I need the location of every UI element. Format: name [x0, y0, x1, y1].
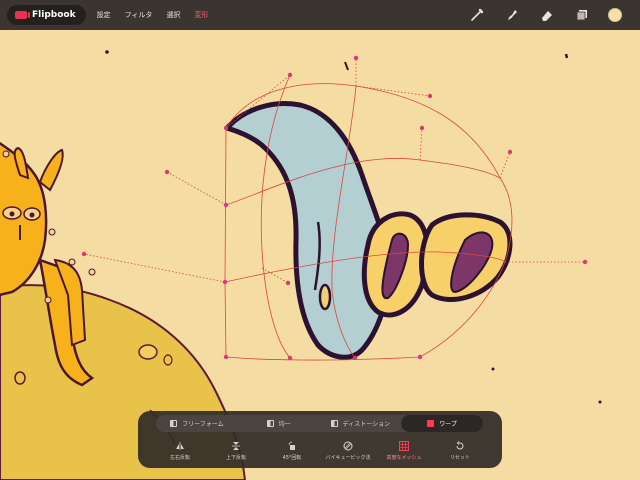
mode-freeform[interactable]: フリーフォーム: [156, 415, 238, 432]
distortion-icon: [330, 420, 338, 427]
mode-distortion[interactable]: ディストーション: [320, 415, 402, 432]
rotate-45-icon: [288, 441, 295, 450]
bicubic-icon: [343, 441, 353, 451]
smudge-icon[interactable]: [503, 6, 520, 23]
tool-group: [468, 6, 622, 23]
mode-uniform[interactable]: 均一: [238, 415, 320, 432]
flip-horizontal-button[interactable]: 左右反転: [152, 437, 208, 465]
rotate-45-button[interactable]: 45°回転: [264, 437, 320, 465]
menu-item-transform[interactable]: 変形: [194, 10, 208, 20]
freeform-icon: [170, 420, 178, 427]
app-menu-button[interactable]: Flipbook: [7, 5, 86, 25]
flip-horizontal-icon: [176, 442, 184, 450]
mode-warp[interactable]: ワープ: [401, 415, 483, 432]
flip-vertical-button[interactable]: 上下反転: [208, 437, 264, 465]
reset-button[interactable]: リセット: [432, 437, 488, 465]
bicubic-button[interactable]: バイキュービック法: [320, 437, 376, 465]
app-name: Flipbook: [32, 10, 76, 20]
transform-mode-selector: フリーフォーム 均一 ディストーション ワープ: [156, 415, 483, 432]
advanced-mesh-button[interactable]: 高度なメッシュ: [376, 437, 432, 465]
flip-vertical-icon: [232, 442, 240, 450]
menu-item-settings[interactable]: 設定: [97, 10, 111, 20]
drawing-canvas[interactable]: [0, 0, 640, 480]
eraser-icon[interactable]: [538, 6, 555, 23]
transform-actions: 左右反転 上下反転 45°回転 バイキュービック法 高度なメッシュ リセット: [152, 437, 488, 465]
uniform-icon: [266, 420, 274, 427]
menu-item-filter[interactable]: フィルタ: [125, 10, 153, 20]
menu-item-selection[interactable]: 選択: [166, 10, 180, 20]
warp-icon: [427, 420, 435, 427]
layers-icon[interactable]: [573, 6, 590, 23]
brush-icon[interactable]: [468, 6, 485, 23]
transform-panel: フリーフォーム 均一 ディストーション ワープ 左右反転 上下反転 45°回転 …: [138, 411, 502, 468]
main-menu: 設定 フィルタ 選択 変形: [97, 10, 209, 20]
mesh-icon: [399, 441, 409, 451]
app-logo-icon: [15, 11, 30, 19]
reset-icon: [456, 441, 464, 450]
color-picker-button[interactable]: [608, 7, 622, 22]
top-bar: Flipbook 設定 フィルタ 選択 変形: [0, 0, 640, 30]
